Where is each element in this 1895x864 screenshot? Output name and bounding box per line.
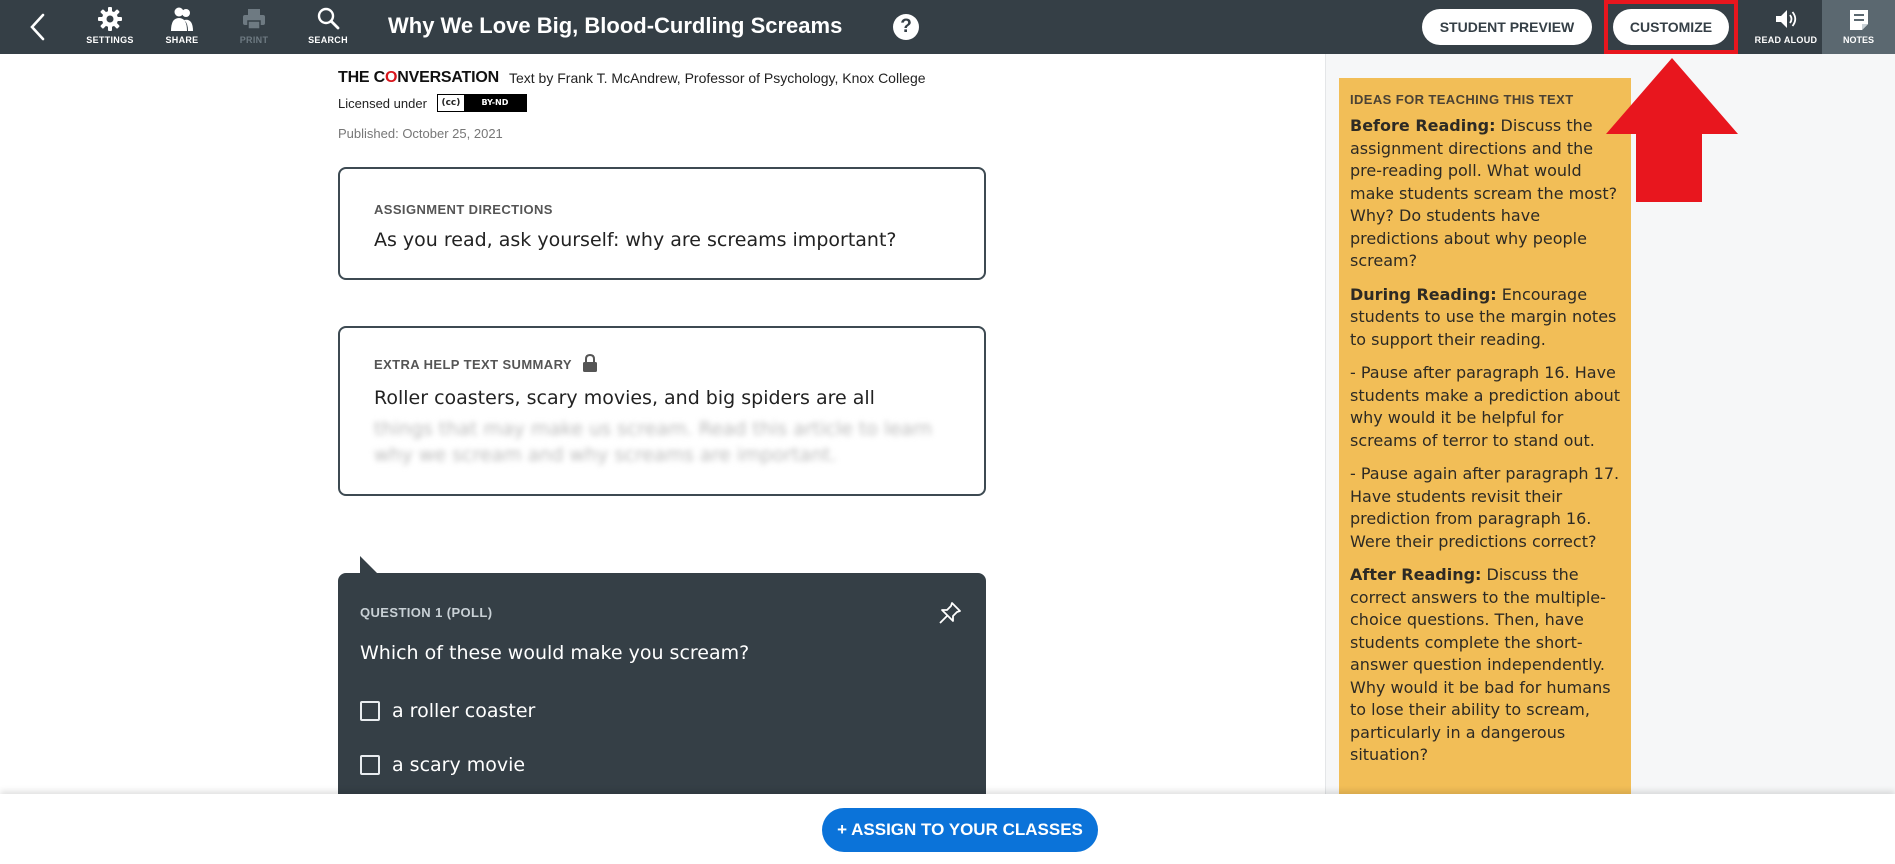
notes-icon [1849, 10, 1868, 30]
gear-icon [98, 7, 122, 31]
cc-license-badge[interactable]: (cc) BY-ND [436, 94, 527, 112]
directions-label: ASSIGNMENT DIRECTIONS [374, 202, 553, 217]
pin-icon[interactable] [938, 601, 962, 629]
lock-icon [582, 353, 598, 375]
byline: Text by Frank T. McAndrew, Professor of … [508, 70, 926, 86]
poll-option[interactable]: a scary movie [360, 754, 964, 776]
notes-label: NOTES [1842, 35, 1874, 45]
summary-visible-text: Roller coasters, scary movies, and big s… [374, 387, 875, 409]
checkbox[interactable] [360, 701, 380, 721]
article-attribution: THE CONVERSATION Text by Frank T. McAndr… [338, 69, 1078, 141]
question-text: Which of these would make you scream? [360, 642, 750, 664]
assignment-directions-card: ASSIGNMENT DIRECTIONS As you read, ask y… [338, 167, 986, 280]
poll-question-card: QUESTION 1 (POLL) Which of these would m… [338, 573, 986, 794]
people-icon [171, 7, 193, 31]
notes-button[interactable]: NOTES [1822, 0, 1895, 54]
share-label: SHARE [165, 35, 199, 45]
question-label: QUESTION 1 (POLL) [360, 605, 493, 620]
published-date: Published: October 25, 2021 [338, 126, 503, 141]
read-aloud-button[interactable]: READ ALOUD [1754, 4, 1818, 50]
search-button[interactable]: SEARCH [296, 4, 360, 50]
student-preview-button[interactable]: STUDENT PREVIEW [1422, 9, 1592, 45]
share-button[interactable]: SHARE [150, 4, 214, 50]
search-label: SEARCH [308, 35, 348, 45]
page-title: Why We Love Big, Blood-Curdling Screams [388, 13, 843, 38]
back-chevron-icon[interactable] [22, 10, 56, 44]
extra-help-summary-card: EXTRA HELP TEXT SUMMARY Roller coasters,… [338, 326, 986, 496]
poll-option[interactable]: a roller coaster [360, 700, 964, 722]
print-button[interactable]: PRINT [222, 4, 286, 50]
red-up-arrow-icon [1606, 58, 1738, 202]
top-toolbar: SETTINGS SHARE PRINT SEARCH Why We Love … [0, 0, 1895, 54]
magnifier-icon [317, 7, 340, 30]
settings-label: SETTINGS [86, 35, 134, 45]
summary-blurred-text: things that may make us scream. Read thi… [374, 417, 933, 467]
help-icon[interactable]: ? [893, 14, 919, 40]
print-label: PRINT [239, 35, 269, 45]
before-reading-tip: Before Reading: Discuss the assignment d… [1350, 116, 1618, 270]
printer-icon [243, 9, 265, 30]
directions-text: As you read, ask yourself: why are screa… [374, 229, 897, 251]
during-reading-tip: During Reading: Encourage students to us… [1350, 284, 1617, 349]
read-aloud-label: READ ALOUD [1754, 35, 1818, 45]
bottom-action-bar: + ASSIGN TO YOUR CLASSES [0, 794, 1895, 864]
poll-option-label: a roller coaster [392, 700, 536, 722]
checkbox[interactable] [360, 755, 380, 775]
reading-content: THE CONVERSATION Text by Frank T. McAndr… [0, 54, 1325, 794]
question-notch [360, 556, 378, 574]
poll-option-label: a scary movie [392, 754, 526, 776]
after-reading-tip: After Reading: Discuss the correct answe… [1350, 565, 1611, 764]
settings-button[interactable]: SETTINGS [78, 4, 142, 50]
customize-highlight-box [1604, 0, 1738, 54]
speaker-icon [1776, 10, 1797, 28]
teaching-ideas-heading: IDEAS FOR TEACHING THIS TEXT [1350, 92, 1574, 107]
teaching-ideas-note: IDEAS FOR TEACHING THIS TEXT Before Read… [1339, 78, 1631, 794]
license-text: Licensed under [338, 95, 427, 111]
pause-tip-2: - Pause again after paragraph 17. Have s… [1350, 464, 1620, 551]
summary-label: EXTRA HELP TEXT SUMMARY [374, 357, 572, 372]
pause-tip-1: - Pause after paragraph 16. Have student… [1350, 363, 1621, 450]
source-logo: THE CONVERSATION [338, 69, 499, 86]
assign-to-classes-button[interactable]: + ASSIGN TO YOUR CLASSES [822, 808, 1098, 852]
summary-label-row: EXTRA HELP TEXT SUMMARY [374, 353, 950, 375]
